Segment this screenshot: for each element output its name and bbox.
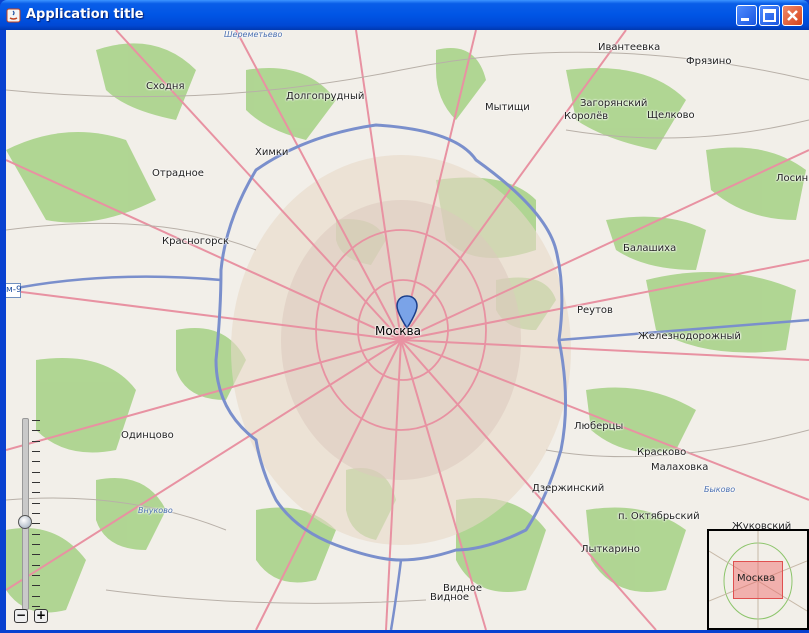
zoom-tick [32, 564, 40, 566]
zoom-tick [32, 430, 40, 432]
place-label: Малаховка [651, 462, 709, 473]
place-label: Видное [430, 592, 470, 603]
zoom-tick [32, 471, 40, 473]
place-label: Люберцы [574, 421, 624, 432]
place-label: Фрязино [686, 56, 732, 67]
place-label: Шереметьево [224, 30, 283, 39]
place-label: Красково [637, 447, 687, 458]
close-icon [787, 10, 798, 21]
place-label: Красногорск [162, 236, 229, 247]
map-view[interactable]: Шереметьево Ивантеевка Фрязино Сходня До… [6, 30, 809, 630]
zoom-tick [32, 554, 40, 556]
place-label: Реутов [577, 305, 613, 316]
maximize-icon [763, 9, 776, 22]
zoom-tick [32, 585, 40, 587]
zoom-tick [32, 420, 40, 421]
zoom-tick [32, 575, 40, 576]
overview-minimap[interactable]: Москва [707, 529, 809, 630]
place-label: Загорянский [580, 98, 648, 109]
zoom-out-button[interactable]: − [14, 609, 28, 623]
place-label: Лыткарино [581, 544, 640, 555]
place-label: Химки [255, 147, 289, 158]
zoom-tick [32, 492, 40, 494]
place-label: Дзержинский [532, 483, 605, 494]
zoom-tick [32, 461, 40, 463]
app-window: Application title Шереметьево Ивантеевка… [0, 0, 809, 633]
zoom-tick [32, 606, 40, 607]
place-label: Быково [704, 485, 736, 494]
zoom-tick [32, 595, 40, 597]
zoom-tick [32, 482, 40, 483]
title-bar[interactable]: Application title [0, 0, 809, 30]
java-app-icon [6, 8, 21, 23]
zoom-tick [32, 523, 40, 525]
place-label: Лосин [776, 173, 809, 184]
place-label: Отрадное [152, 168, 204, 179]
place-label: Долгопрудный [286, 91, 365, 102]
route-shield: м-9 [6, 283, 22, 298]
place-label: Мытищи [485, 102, 530, 113]
place-label: Сходня [146, 81, 185, 92]
window-title: Application title [26, 7, 144, 22]
marker-label: Москва [375, 324, 421, 338]
minimap-label: Москва [737, 573, 776, 584]
place-label: Внуково [138, 506, 173, 515]
maximize-button[interactable] [759, 5, 780, 26]
place-label: Балашиха [623, 243, 677, 254]
place-label: Одинцово [121, 430, 174, 441]
zoom-in-button[interactable]: + [34, 609, 48, 623]
place-label: Ивантеевка [598, 42, 661, 53]
place-label: Железнодорожный [638, 331, 741, 342]
close-button[interactable] [782, 5, 803, 26]
place-label: п. Октябрьский [618, 511, 700, 522]
minimize-icon [741, 18, 749, 21]
zoom-tick [32, 513, 40, 514]
zoom-tick [32, 440, 40, 442]
minimize-button[interactable] [736, 5, 757, 26]
zoom-tick [32, 502, 40, 504]
place-label: Королёв [564, 111, 609, 122]
zoom-tick [32, 533, 40, 535]
place-label: Щелково [647, 110, 695, 121]
zoom-slider-track[interactable] [22, 418, 29, 610]
zoom-tick [32, 544, 40, 545]
zoom-tick [32, 451, 40, 452]
